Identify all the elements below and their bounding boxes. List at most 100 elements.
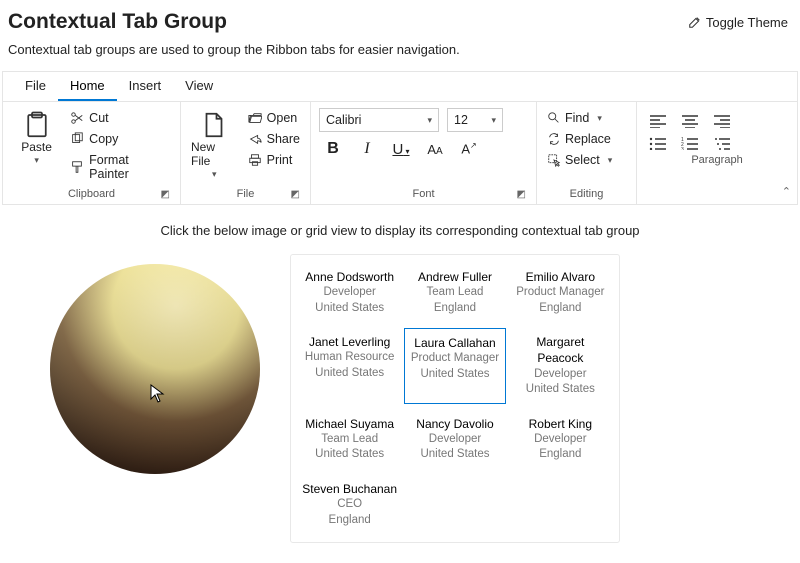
employee-name: Janet Leverling <box>301 334 398 350</box>
new-file-button[interactable]: New File ▾ <box>189 108 240 182</box>
font-name-combo[interactable]: Calibri ▾ <box>319 108 439 132</box>
replace-button[interactable]: Replace <box>545 129 628 149</box>
file-group-label: File◩ <box>189 184 302 202</box>
find-button[interactable]: Find ▾ <box>545 108 628 128</box>
employee-name: Andrew Fuller <box>406 269 503 285</box>
paste-label: Paste <box>21 140 52 154</box>
print-icon <box>248 153 262 167</box>
page-description: Contextual tab groups are used to group … <box>0 38 800 71</box>
align-right-button[interactable] <box>713 114 731 128</box>
employee-cell[interactable]: Margaret PeacockDeveloperUnited States <box>510 328 611 403</box>
employee-country: England <box>406 301 503 317</box>
shrink-font-button[interactable]: A↗ <box>459 141 479 156</box>
employee-name: Anne Dodsworth <box>301 269 398 285</box>
format-painter-button[interactable]: Format Painter <box>68 150 172 184</box>
employee-role: Team Lead <box>301 432 398 448</box>
employee-role: CEO <box>301 497 398 513</box>
dialog-launcher-icon[interactable]: ◩ <box>291 189 300 200</box>
ribbon-tabs: File Home Insert View <box>3 72 797 101</box>
font-group-label: Font◩ <box>319 184 528 202</box>
print-button[interactable]: Print <box>246 150 302 170</box>
number-list-button[interactable]: 123 <box>681 136 699 150</box>
select-icon <box>547 153 561 167</box>
toggle-theme-button[interactable]: Toggle Theme <box>688 15 788 30</box>
multilevel-list-button[interactable] <box>713 136 731 150</box>
employee-cell[interactable]: Laura CallahanProduct ManagerUnited Stat… <box>404 328 505 403</box>
employee-role: Human Resource <box>301 350 398 366</box>
employee-photo[interactable] <box>50 264 260 474</box>
paste-button[interactable]: Paste ▾ <box>11 108 62 168</box>
cut-button[interactable]: Cut <box>68 108 172 128</box>
employee-cell[interactable]: Nancy DavolioDeveloperUnited States <box>404 410 505 469</box>
employee-cell[interactable]: Andrew FullerTeam LeadEngland <box>404 263 505 322</box>
bold-button[interactable]: B <box>323 140 343 158</box>
tab-view[interactable]: View <box>173 72 225 101</box>
employee-cell[interactable]: Steven BuchananCEOEngland <box>299 475 400 534</box>
copy-button[interactable]: Copy <box>68 129 172 149</box>
chevron-down-icon: ▾ <box>597 113 602 124</box>
employee-country: United States <box>301 301 398 317</box>
font-size-value: 12 <box>454 113 468 127</box>
share-icon <box>248 132 262 146</box>
employee-name: Steven Buchanan <box>301 481 398 497</box>
collapse-ribbon-button[interactable]: ⌃ <box>782 185 791 198</box>
dialog-launcher-icon[interactable]: ◩ <box>161 189 170 200</box>
copy-icon <box>70 132 84 146</box>
employee-cell[interactable]: Janet LeverlingHuman ResourceUnited Stat… <box>299 328 400 403</box>
tab-insert[interactable]: Insert <box>117 72 174 101</box>
new-file-label: New File <box>191 140 238 168</box>
find-label: Find <box>565 111 589 125</box>
ribbon: File Home Insert View Paste ▾ Cut <box>2 71 798 205</box>
open-button[interactable]: Open <box>246 108 302 128</box>
share-button[interactable]: Share <box>246 129 302 149</box>
employee-cell[interactable]: Anne DodsworthDeveloperUnited States <box>299 263 400 322</box>
chevron-down-icon: ▾ <box>212 169 217 180</box>
employee-country: United States <box>406 447 503 463</box>
employee-country: United States <box>512 382 609 398</box>
employee-country: United States <box>407 367 502 383</box>
align-center-button[interactable] <box>681 114 699 128</box>
page-title: Contextual Tab Group <box>8 10 227 34</box>
employee-role: Developer <box>512 432 609 448</box>
employee-role: Developer <box>512 367 609 383</box>
share-label: Share <box>267 132 300 146</box>
employee-cell[interactable]: Robert KingDeveloperEngland <box>510 410 611 469</box>
employee-country: England <box>512 447 609 463</box>
search-icon <box>547 111 561 125</box>
scissors-icon <box>70 111 84 125</box>
employee-name: Robert King <box>512 416 609 432</box>
italic-button[interactable]: I <box>357 140 377 158</box>
cursor-icon <box>150 384 166 404</box>
font-size-combo[interactable]: 12 ▾ <box>447 108 503 132</box>
instruction-text: Click the below image or grid view to di… <box>0 205 800 254</box>
cut-label: Cut <box>89 111 108 125</box>
align-left-button[interactable] <box>649 114 667 128</box>
print-label: Print <box>267 153 293 167</box>
employee-grid: Anne DodsworthDeveloperUnited StatesAndr… <box>290 254 620 543</box>
employee-role: Product Manager <box>407 351 502 367</box>
chevron-down-icon: ▾ <box>34 155 39 166</box>
chevron-down-icon: ▾ <box>491 115 496 126</box>
chevron-down-icon: ▾ <box>608 155 613 166</box>
folder-open-icon <box>248 111 262 125</box>
editing-group-label: Editing <box>545 184 628 202</box>
select-button[interactable]: Select ▾ <box>545 150 628 170</box>
employee-country: United States <box>301 447 398 463</box>
tab-file[interactable]: File <box>13 72 58 101</box>
format-painter-label: Format Painter <box>89 153 170 181</box>
employee-cell[interactable]: Michael SuyamaTeam LeadUnited States <box>299 410 400 469</box>
dialog-launcher-icon[interactable]: ◩ <box>517 189 526 200</box>
employee-role: Team Lead <box>406 285 503 301</box>
tab-home[interactable]: Home <box>58 72 117 101</box>
file-icon <box>199 110 229 140</box>
grow-font-button[interactable]: AA <box>425 142 445 157</box>
employee-role: Product Manager <box>512 285 609 301</box>
employee-name: Emilio Alvaro <box>512 269 609 285</box>
employee-name: Michael Suyama <box>301 416 398 432</box>
employee-role: Developer <box>406 432 503 448</box>
font-name-value: Calibri <box>326 113 361 127</box>
employee-cell[interactable]: Emilio AlvaroProduct ManagerEngland <box>510 263 611 322</box>
toggle-theme-label: Toggle Theme <box>706 15 788 30</box>
bullet-list-button[interactable] <box>649 136 667 150</box>
underline-button[interactable]: U ▾ <box>391 141 411 158</box>
